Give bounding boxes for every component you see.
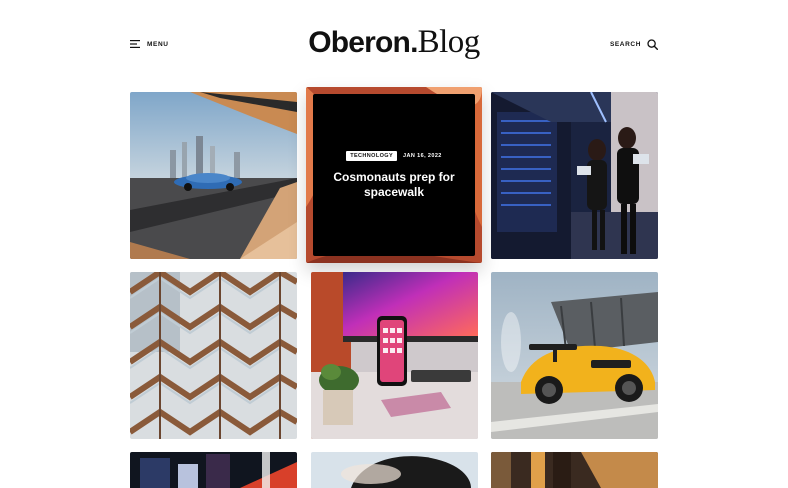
featured-post-card[interactable]: TECHNOLOGY JAN 16, 2022 Cosmonauts prep … — [306, 87, 482, 263]
post-thumbnail — [130, 92, 297, 259]
post-card-car-overpass[interactable] — [130, 92, 297, 259]
post-card-city-night[interactable] — [130, 452, 297, 488]
post-thumbnail — [130, 272, 297, 439]
post-card-wooden-interior[interactable] — [491, 452, 658, 488]
post-thumbnail — [491, 272, 658, 439]
post-card-honeycomb-structure[interactable] — [130, 272, 297, 439]
post-card-woman-portrait[interactable] — [311, 452, 478, 488]
site-header: MENU Oberon.Blog SEARCH — [0, 0, 788, 88]
post-card-yellow-porsche[interactable] — [491, 272, 658, 439]
featured-overlay: TECHNOLOGY JAN 16, 2022 Cosmonauts prep … — [313, 94, 475, 256]
post-thumbnail — [130, 452, 297, 488]
post-title[interactable]: Cosmonauts prep for spacewalk — [329, 170, 459, 199]
search-button[interactable]: SEARCH — [610, 39, 658, 50]
category-badge[interactable]: TECHNOLOGY — [346, 150, 398, 161]
post-thumbnail — [311, 452, 478, 488]
post-date: JAN 16, 2022 — [403, 152, 442, 159]
post-card-iphone-desk[interactable] — [311, 272, 478, 439]
search-icon — [647, 39, 658, 50]
search-label: SEARCH — [609, 41, 641, 48]
post-thumbnail — [491, 92, 658, 259]
site-logo[interactable]: Oberon.Blog — [0, 26, 788, 59]
logo-wordmark: Oberon. — [308, 26, 418, 59]
logo-suffix: Blog — [417, 24, 481, 60]
post-thumbnail — [311, 272, 478, 439]
post-card-server-room[interactable] — [491, 92, 658, 259]
post-thumbnail — [491, 452, 658, 488]
post-meta: TECHNOLOGY JAN 16, 2022 — [346, 150, 442, 161]
